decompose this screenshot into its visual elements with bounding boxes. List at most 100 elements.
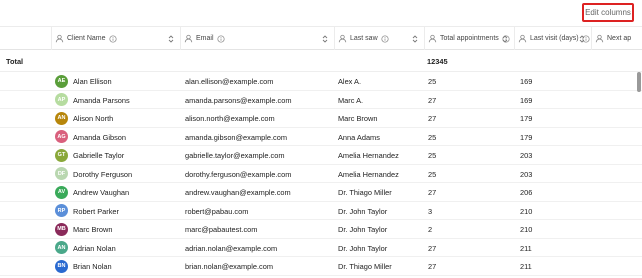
last-visit-days: 179 <box>520 114 533 123</box>
column-header-email[interactable]: Email <box>184 27 334 50</box>
client-name[interactable]: Marc Brown <box>73 225 112 234</box>
client-name[interactable]: Brian Nolan <box>73 262 112 271</box>
last-visit-days: 206 <box>520 188 533 197</box>
info-icon[interactable] <box>381 34 389 43</box>
avatar: AN <box>55 241 68 254</box>
table-row[interactable]: BN Brian Nolan brian.nolan@example.com Dr. … <box>0 257 642 276</box>
column-divider[interactable] <box>514 27 515 50</box>
total-appointments: 27 <box>428 95 437 105</box>
client-email: andrew.vaughan@example.com <box>185 188 291 197</box>
client-name[interactable]: Dorothy Ferguson <box>73 170 132 179</box>
last-saw: Dr. John Taylor <box>338 225 388 234</box>
sort-icon[interactable] <box>502 34 508 44</box>
total-appointments: 12345 <box>427 57 448 66</box>
total-appointments: 27 <box>428 188 437 197</box>
column-header-next-ap[interactable]: Next ap <box>595 27 642 50</box>
column-header-last-saw[interactable]: Last saw <box>338 27 424 50</box>
client-name[interactable]: Alison North <box>73 114 113 123</box>
person-icon <box>518 34 527 43</box>
column-divider[interactable] <box>591 27 592 50</box>
person-icon <box>338 34 347 43</box>
toolbar: Edit columns <box>0 0 642 27</box>
last-saw: Anna Adams <box>338 132 380 142</box>
table-header: Client Name Email Last saw Total appointmen… <box>0 27 642 50</box>
vertical-scrollbar[interactable] <box>634 72 642 278</box>
client-name[interactable]: Andrew Vaughan <box>73 188 129 197</box>
client-email: amanda.parsons@example.com <box>185 95 292 105</box>
client-email: marc@pabautest.com <box>185 225 258 234</box>
column-divider[interactable] <box>424 27 425 50</box>
info-icon[interactable] <box>216 34 225 43</box>
scrollbar-thumb[interactable] <box>637 72 641 92</box>
client-email: dorothy.ferguson@example.com <box>185 169 292 179</box>
last-saw: Amelia Hernandez <box>338 169 399 179</box>
column-header-label: Next ap <box>607 35 632 42</box>
avatar: DF <box>55 167 68 180</box>
total-row: Total 12345 <box>0 50 642 72</box>
table-row[interactable]: AG Amanda Gibson amanda.gibson@example.com… <box>0 128 642 146</box>
client-email: adrian.nolan@example.com <box>185 243 278 253</box>
edit-columns-button[interactable]: Edit columns <box>582 3 634 22</box>
column-header-label: Last saw <box>350 35 378 42</box>
avatar: AN <box>55 111 68 125</box>
client-email: brian.nolan@example.com <box>185 262 274 271</box>
person-icon <box>55 34 64 43</box>
column-divider[interactable] <box>334 27 335 50</box>
avatar: AP <box>55 93 68 106</box>
table-row[interactable]: AP Amanda Parsons amanda.parsons@example.c… <box>0 91 642 109</box>
sort-icon[interactable] <box>322 34 328 44</box>
avatar: MB <box>55 222 68 236</box>
client-name[interactable]: Adrian Nolan <box>73 244 116 253</box>
sort-icon[interactable] <box>168 34 174 44</box>
sort-icon[interactable] <box>579 34 585 44</box>
client-email: amanda.gibson@example.com <box>185 132 287 142</box>
table-row[interactable]: AV Andrew Vaughan andrew.vaughan@example.c… <box>0 183 642 202</box>
column-header-label: Client Name <box>67 35 106 42</box>
last-visit-days: 203 <box>520 151 533 160</box>
last-saw: Marc Brown <box>338 114 378 123</box>
last-saw: Marc A. <box>338 95 364 105</box>
person-icon <box>428 34 437 43</box>
last-saw: Amelia Hernandez <box>338 151 399 160</box>
total-appointments: 25 <box>428 132 437 142</box>
person-icon <box>595 34 604 43</box>
client-email: alison.north@example.com <box>185 114 275 123</box>
column-divider[interactable] <box>180 27 181 50</box>
avatar: AV <box>55 185 68 199</box>
column-header-total-appointments[interactable]: Total appointments <box>428 27 514 50</box>
total-appointments: 2 <box>428 225 433 234</box>
avatar: GT <box>55 148 68 162</box>
avatar: AE <box>55 74 68 88</box>
table-row[interactable]: GT Gabrielle Taylor gabrielle.taylor@examp… <box>0 146 642 165</box>
table-row[interactable]: RP Robert Parker robert@pabau.com Dr. John … <box>0 202 642 220</box>
client-email: alan.ellison@example.com <box>185 77 274 86</box>
person-icon <box>184 34 193 43</box>
client-name[interactable]: Amanda Gibson <box>73 133 126 142</box>
last-visit-days: 211 <box>520 262 532 271</box>
column-header-label: Last visit (days) <box>530 35 579 42</box>
column-header-client-name[interactable]: Client Name <box>55 27 180 50</box>
table-row[interactable]: DF Dorothy Ferguson dorothy.ferguson@examp… <box>0 165 642 183</box>
table-row[interactable]: MB Marc Brown marc@pabautest.com Dr. John T… <box>0 220 642 239</box>
total-appointments: 25 <box>428 151 437 160</box>
info-icon[interactable] <box>108 34 117 43</box>
client-name[interactable]: Amanda Parsons <box>73 96 130 105</box>
total-label: Total <box>6 57 24 66</box>
last-saw: Dr. Thiago Miller <box>338 188 392 197</box>
column-header-last-visit-days[interactable]: Last visit (days) <box>518 27 591 50</box>
table-row[interactable]: AE Alan Ellison alan.ellison@example.com Al… <box>0 72 642 91</box>
last-visit-days: 169 <box>520 95 533 105</box>
column-divider[interactable] <box>51 27 52 50</box>
last-saw: Alex A. <box>338 77 362 86</box>
sort-icon[interactable] <box>412 34 418 44</box>
column-header-label: Email <box>196 35 214 42</box>
table-row[interactable]: AN Adrian Nolan adrian.nolan@example.com Dr… <box>0 239 642 257</box>
client-name[interactable]: Gabrielle Taylor <box>73 151 124 160</box>
table-row[interactable]: AN Alison North alison.north@example.com Ma… <box>0 109 642 128</box>
total-appointments: 27 <box>428 114 437 123</box>
total-appointments: 27 <box>428 243 437 253</box>
client-name[interactable]: Robert Parker <box>73 207 119 216</box>
client-email: gabrielle.taylor@example.com <box>185 151 285 160</box>
client-name[interactable]: Alan Ellison <box>73 77 112 86</box>
total-appointments: 25 <box>428 77 437 86</box>
